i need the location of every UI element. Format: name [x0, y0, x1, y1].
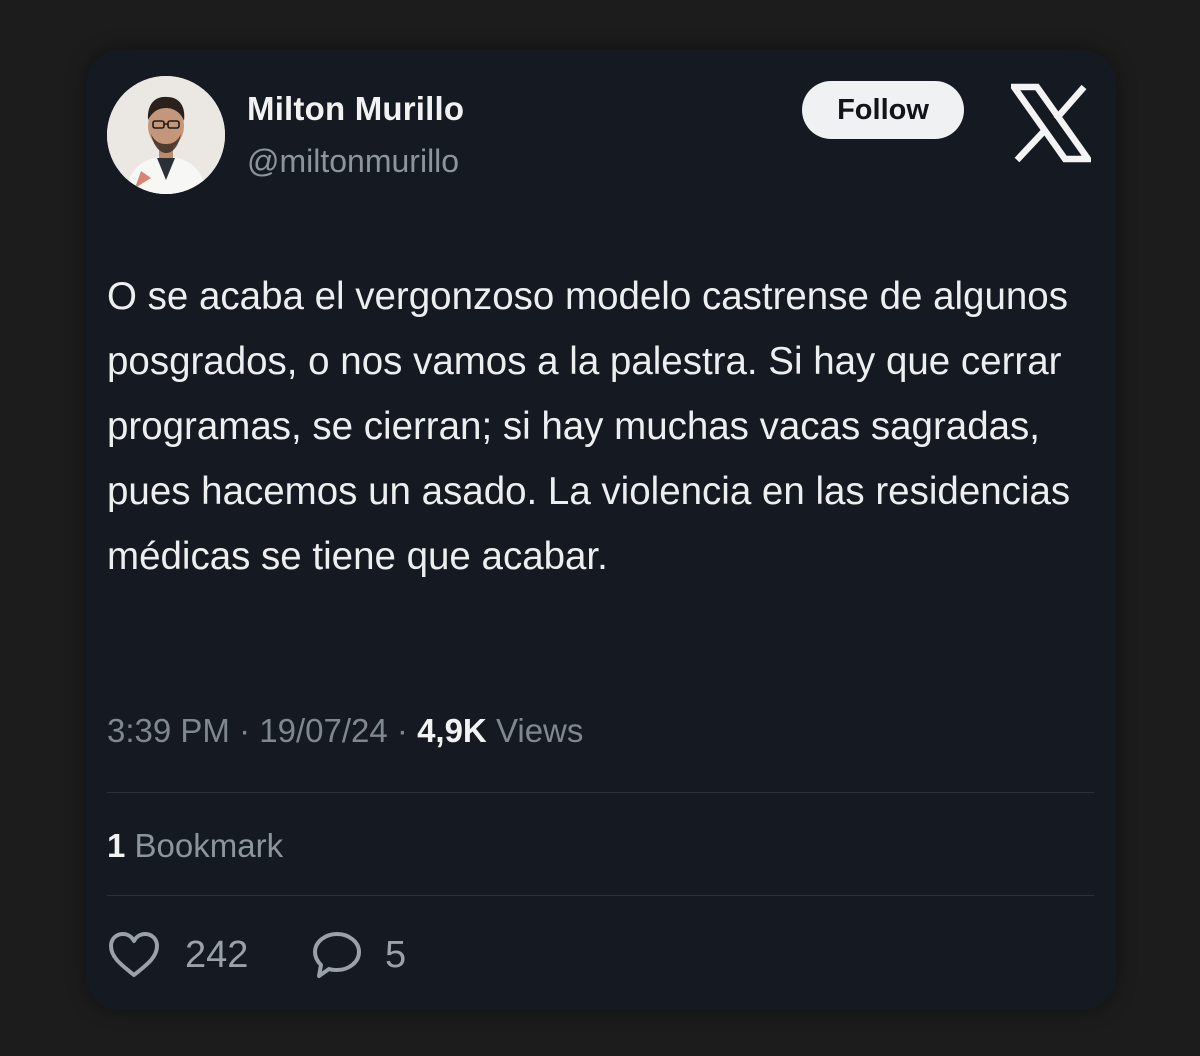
divider	[107, 895, 1094, 896]
avatar[interactable]	[107, 76, 225, 194]
follow-button[interactable]: Follow	[802, 81, 964, 139]
divider	[107, 792, 1094, 793]
views-label: Views	[495, 712, 584, 749]
like-count: 242	[185, 933, 249, 976]
tweet-text: O se acaba el vergonzoso modelo castrens…	[107, 275, 1071, 578]
bookmarks-summary[interactable]: 1 Bookmark	[107, 827, 283, 865]
tweet-date[interactable]: 19/07/24	[259, 712, 387, 749]
author-handle[interactable]: @miltonmurillo	[247, 143, 459, 180]
tweet-card: Milton Murillo @miltonmurillo Follow O s…	[86, 50, 1116, 1010]
reply-button[interactable]: 5	[311, 930, 406, 980]
tweet-time[interactable]: 3:39 PM	[107, 712, 230, 749]
like-button[interactable]: 242	[107, 930, 248, 980]
heart-icon	[107, 931, 161, 979]
reply-count: 5	[385, 933, 407, 976]
x-logo-icon[interactable]	[1007, 83, 1095, 163]
meta-separator: ·	[396, 712, 408, 749]
bookmark-label: Bookmark	[134, 827, 284, 864]
bookmark-count: 1	[107, 827, 126, 864]
tweet-meta: 3:39 PM · 19/07/24 · 4,9K Views	[107, 712, 583, 750]
views-count: 4,9K	[417, 712, 487, 749]
author-name[interactable]: Milton Murillo	[247, 90, 464, 128]
reply-bubble-icon	[311, 930, 363, 980]
avatar-photo	[107, 76, 225, 194]
meta-separator: ·	[239, 712, 251, 749]
